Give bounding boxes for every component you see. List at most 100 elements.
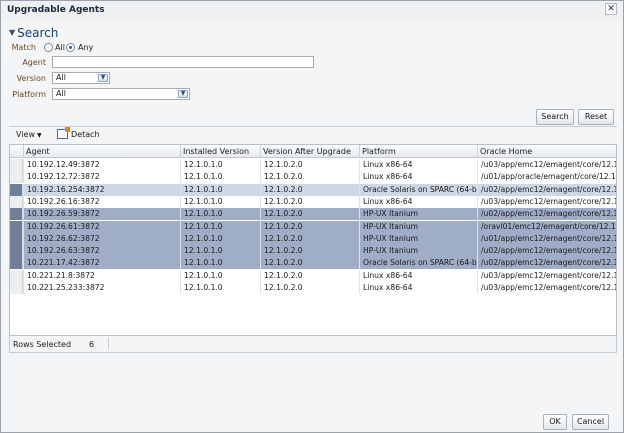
- cell-installed-version: 12.1.0.1.0: [180, 232, 260, 245]
- table-row[interactable]: 10.192.16.254:3872 12.1.0.1.0 12.1.0.2.0 Or…: [10, 183, 616, 196]
- upgradable-agents-dialog: Upgradable Agents ✕ ▼ Search Match All An…: [0, 0, 624, 433]
- cell-version-after-upgrade: 12.1.0.2.0: [260, 245, 359, 258]
- view-menu-label: View: [16, 130, 35, 139]
- cell-oracle-home: /u02/app/emc12/emagent/core/12.1.: [477, 257, 616, 270]
- rows-selected-count: 6: [89, 340, 95, 349]
- row-selector[interactable]: [10, 282, 23, 294]
- cell-version-after-upgrade: 12.1.0.2.0: [260, 159, 359, 171]
- cell-agent: 10.192.16.254:3872: [23, 183, 180, 196]
- cell-version-after-upgrade: 12.1.0.2.0: [260, 269, 359, 282]
- caret-down-icon: ▼: [36, 132, 42, 139]
- cell-platform: HP-UX Itanium: [359, 220, 477, 233]
- agent-input[interactable]: [52, 56, 314, 68]
- cell-platform: HP-UX Itanium: [359, 208, 477, 221]
- version-label: Version: [16, 74, 46, 83]
- search-heading: Search: [17, 26, 59, 40]
- cell-installed-version: 12.1.0.1.0: [180, 257, 260, 270]
- table-row[interactable]: 10.192.26.62:3872 12.1.0.1.0 12.1.0.2.0 HP-…: [10, 232, 616, 245]
- column-header-oracle-home[interactable]: Oracle Home: [477, 145, 616, 158]
- ok-button[interactable]: OK: [543, 414, 567, 430]
- cell-agent: 10.192.26.16:3872: [23, 195, 180, 208]
- dialog-titlebar: Upgradable Agents ✕: [1, 1, 623, 21]
- cell-installed-version: 12.1.0.1.0: [180, 171, 260, 184]
- chevron-down-icon: ▼: [178, 90, 188, 98]
- table-row[interactable]: 10.192.26.61:3872 12.1.0.1.0 12.1.0.2.0 HP-…: [10, 220, 616, 233]
- cell-version-after-upgrade: 12.1.0.2.0: [260, 183, 359, 196]
- agents-table: Agent Installed Version Version After Up…: [9, 144, 617, 336]
- column-header-platform[interactable]: Platform: [359, 145, 477, 158]
- cell-agent: 10.192.26.63:3872: [23, 245, 180, 258]
- cell-installed-version: 12.1.0.1.0: [180, 208, 260, 221]
- cell-oracle-home: /u02/app/emc12/emagent/core/12.1.: [477, 183, 616, 196]
- cell-oracle-home: /u03/app/emc12/emagent/core/12.1.: [477, 282, 616, 294]
- cell-agent: 10.192.26.59:3872: [23, 208, 180, 221]
- cancel-button[interactable]: Cancel: [572, 414, 609, 430]
- cell-platform: Linux x86-64: [359, 269, 477, 282]
- detach-button[interactable]: Detach: [71, 130, 100, 139]
- row-selector[interactable]: [10, 257, 23, 270]
- cell-agent: 10.192.12.49:3872: [23, 159, 180, 171]
- table-row[interactable]: 10.221.21.8:3872 12.1.0.1.0 12.1.0.2.0 Linu…: [10, 269, 616, 282]
- agent-label: Agent: [22, 58, 46, 67]
- cell-platform: Oracle Solaris on SPARC (64-bit: [359, 257, 477, 270]
- platform-select[interactable]: All ▼: [52, 88, 190, 100]
- row-selector[interactable]: [10, 183, 23, 196]
- cell-installed-version: 12.1.0.1.0: [180, 220, 260, 233]
- cell-oracle-home: /u03/app/emc12/emagent/core/12.1.: [477, 195, 616, 208]
- search-section-toggle[interactable]: ▼ Search: [9, 26, 58, 40]
- table-row[interactable]: 10.192.26.63:3872 12.1.0.1.0 12.1.0.2.0 HP-…: [10, 245, 616, 258]
- cell-installed-version: 12.1.0.1.0: [180, 245, 260, 258]
- cell-oracle-home: /oravl01/emc12/emagent/core/12.1.0: [477, 220, 616, 233]
- chevron-down-icon: ▼: [98, 74, 108, 82]
- view-menu[interactable]: View ▼: [16, 130, 42, 139]
- cell-installed-version: 12.1.0.1.0: [180, 159, 260, 171]
- cell-oracle-home: /u01/app/oracle/emagent/core/12.1.0: [477, 171, 616, 184]
- collapse-triangle-icon: ▼: [9, 28, 16, 37]
- platform-select-value: All: [56, 89, 66, 98]
- row-selector[interactable]: [10, 195, 23, 208]
- reset-button[interactable]: Reset: [578, 109, 614, 125]
- match-label: Match: [11, 43, 36, 52]
- table-row[interactable]: 10.192.26.59:3872 12.1.0.1.0 12.1.0.2.0 HP-…: [10, 208, 616, 221]
- column-header-agent[interactable]: Agent: [23, 145, 180, 158]
- row-selector[interactable]: [10, 220, 23, 233]
- rows-selected-label: Rows Selected: [13, 340, 72, 349]
- version-select[interactable]: All ▼: [52, 72, 110, 84]
- table-row[interactable]: 10.192.12.72:3872 12.1.0.1.0 12.1.0.2.0 Lin…: [10, 171, 616, 184]
- cell-installed-version: 12.1.0.1.0: [180, 282, 260, 294]
- cell-oracle-home: /u03/app/emc12/emagent/core/12.1.: [477, 159, 616, 171]
- table-footer: Rows Selected 6: [9, 336, 617, 353]
- table-row[interactable]: 10.192.12.49:3872 12.1.0.1.0 12.1.0.2.0 Lin…: [10, 159, 616, 171]
- column-header-version-after-upgrade[interactable]: Version After Upgrade: [260, 145, 359, 158]
- row-selector[interactable]: [10, 232, 23, 245]
- row-selector[interactable]: [10, 208, 23, 221]
- cell-version-after-upgrade: 12.1.0.2.0: [260, 195, 359, 208]
- cell-platform: HP-UX Itanium: [359, 245, 477, 258]
- match-any-label: Any: [78, 43, 94, 52]
- cell-platform: Linux x86-64: [359, 282, 477, 294]
- match-any-radio[interactable]: [66, 43, 75, 52]
- table-row[interactable]: 10.221.25.233:3872 12.1.0.1.0 12.1.0.2.0 Li…: [10, 282, 616, 294]
- table-row[interactable]: 10.221.17.42:3872 12.1.0.1.0 12.1.0.2.0 Ora…: [10, 257, 616, 270]
- match-all-radio[interactable]: [44, 43, 53, 52]
- row-selector[interactable]: [10, 159, 23, 171]
- cell-agent: 10.192.12.72:3872: [23, 171, 180, 184]
- row-selector[interactable]: [10, 269, 23, 282]
- row-selector[interactable]: [10, 245, 23, 258]
- search-button[interactable]: Search: [536, 109, 574, 125]
- cell-oracle-home: /u02/app/emc12/emagent/core/12.1.0: [477, 245, 616, 258]
- row-selector[interactable]: [10, 171, 23, 184]
- cell-agent: 10.221.21.8:3872: [23, 269, 180, 282]
- cell-installed-version: 12.1.0.1.0: [180, 183, 260, 196]
- cell-platform: Linux x86-64: [359, 195, 477, 208]
- table-row[interactable]: 10.192.26.16:3872 12.1.0.1.0 12.1.0.2.0 Lin…: [10, 195, 616, 208]
- close-icon[interactable]: ✕: [605, 3, 617, 15]
- platform-label: Platform: [12, 90, 46, 99]
- detach-icon[interactable]: [57, 127, 70, 139]
- cell-platform: HP-UX Itanium: [359, 232, 477, 245]
- cell-platform: Oracle Solaris on SPARC (64-bit: [359, 183, 477, 196]
- cell-agent: 10.192.26.61:3872: [23, 220, 180, 233]
- cell-agent: 10.192.26.62:3872: [23, 232, 180, 245]
- column-header-installed-version[interactable]: Installed Version: [180, 145, 260, 158]
- cell-platform: Linux x86-64: [359, 159, 477, 171]
